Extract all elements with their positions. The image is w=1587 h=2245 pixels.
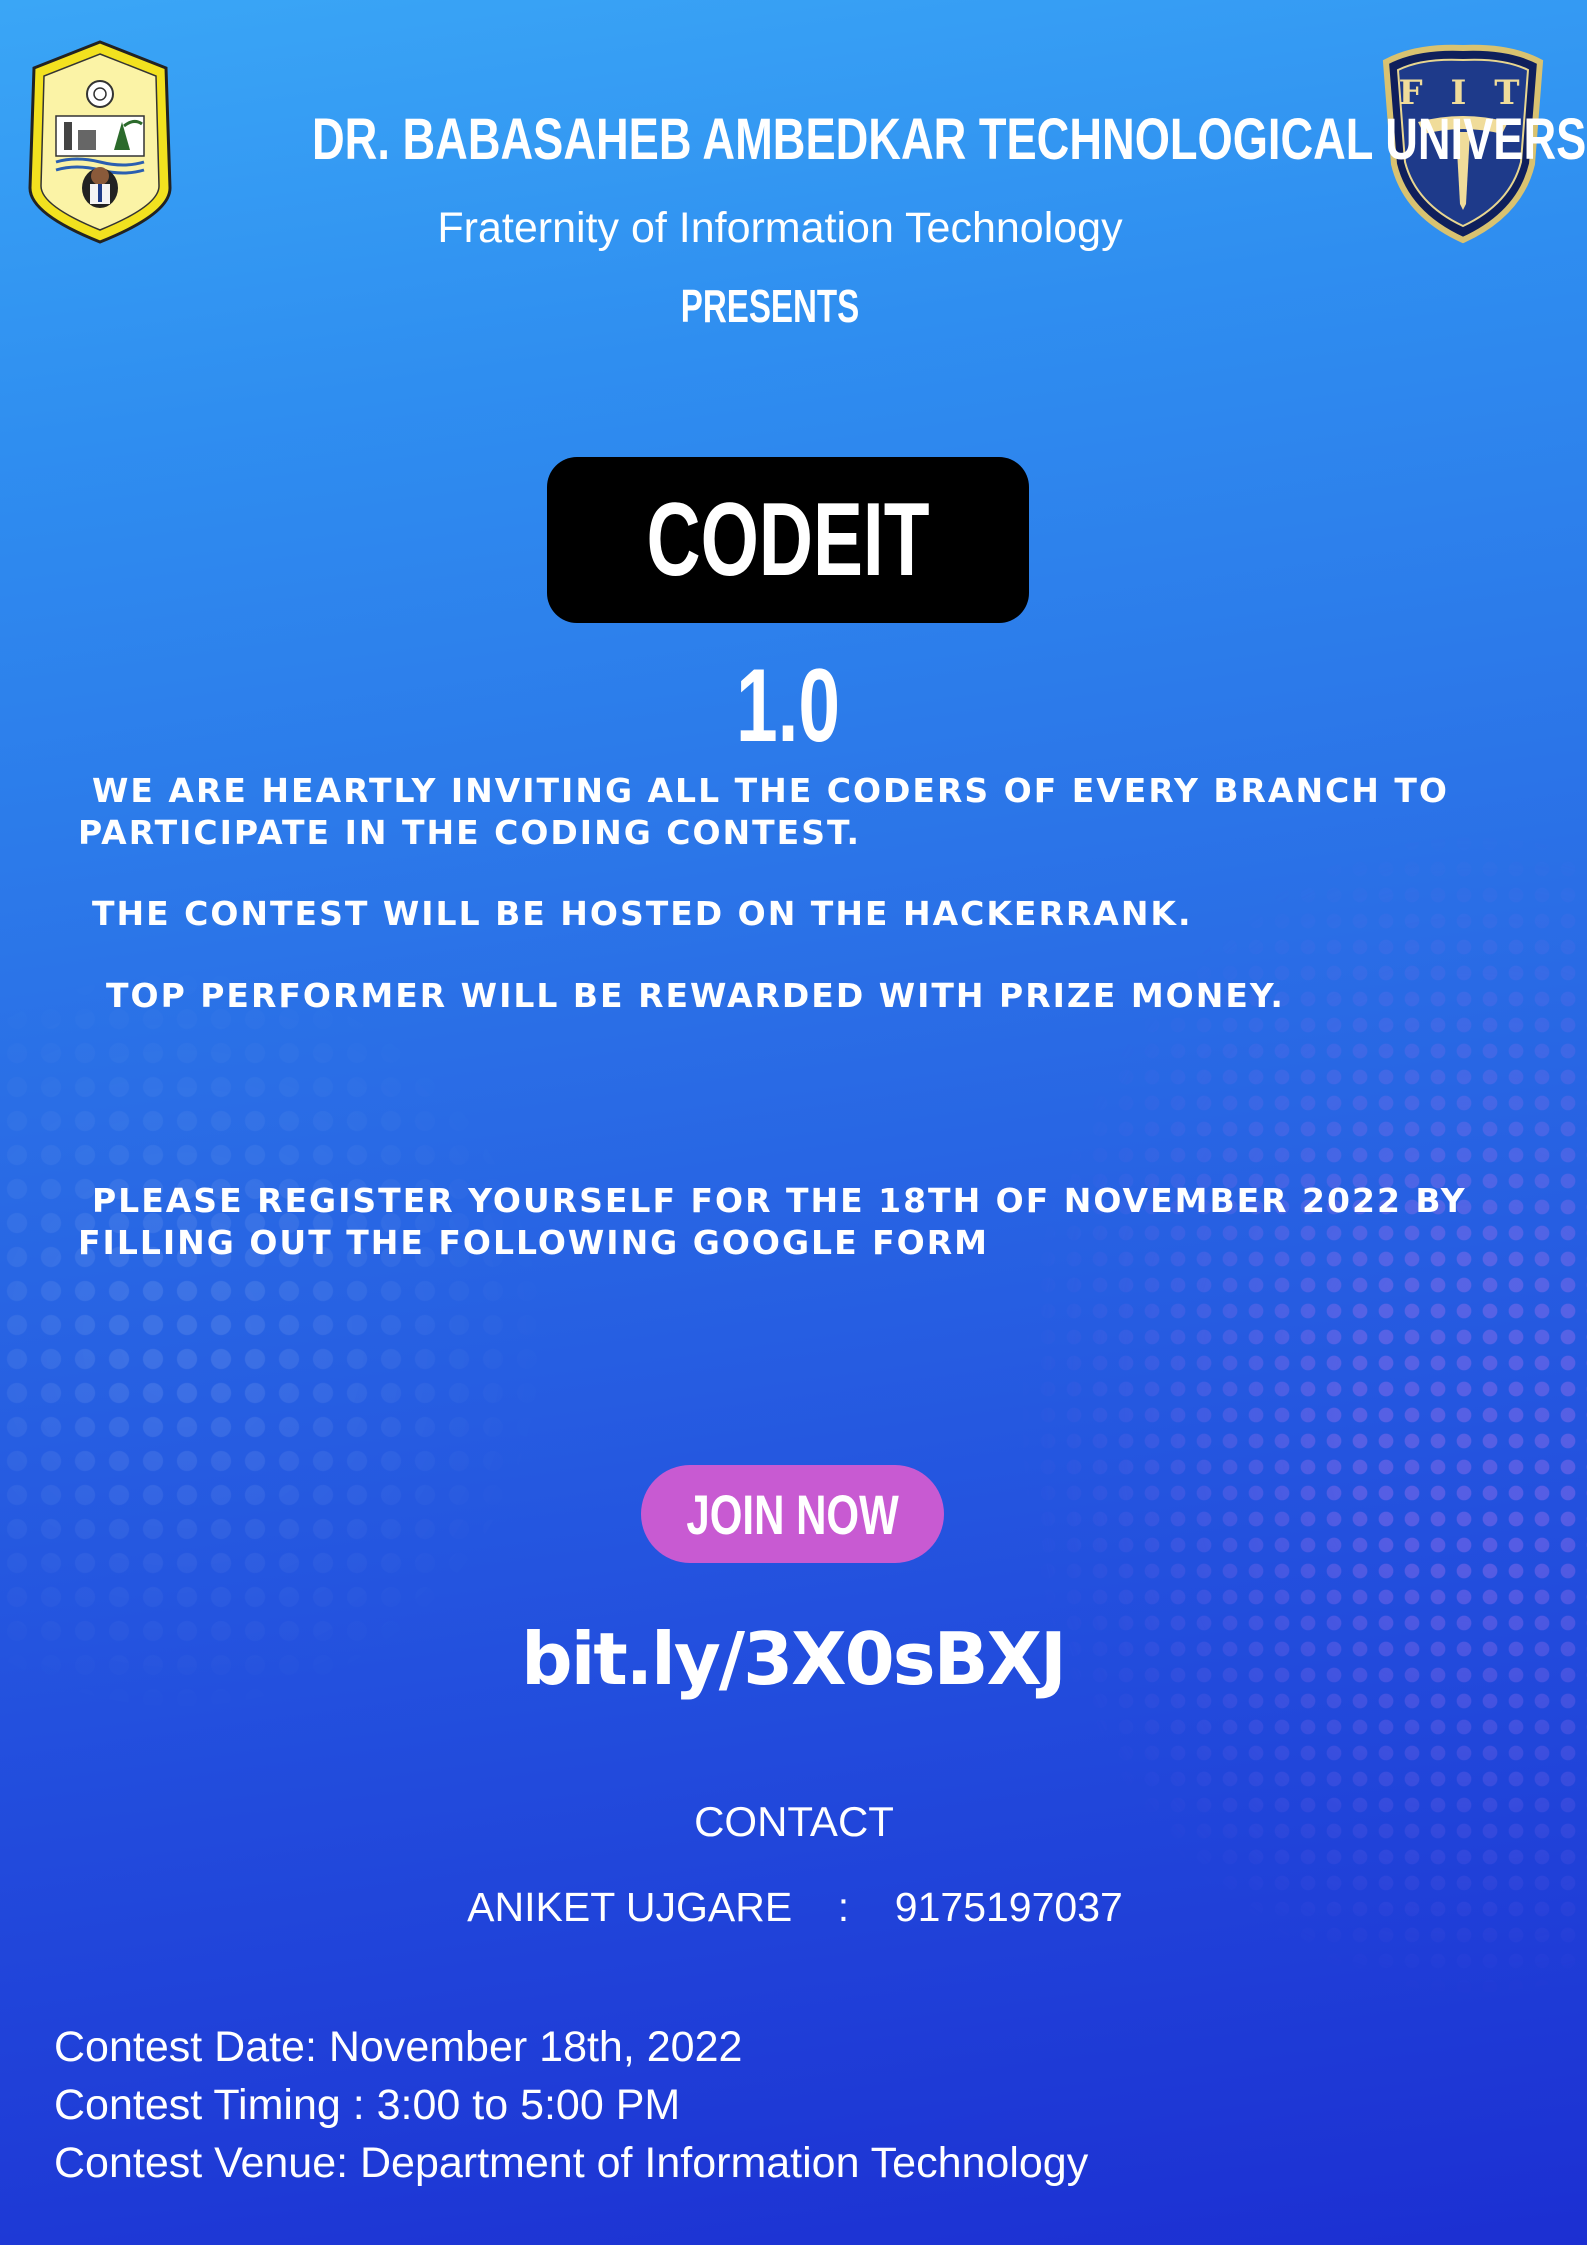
university-seal-icon <box>28 40 172 244</box>
contact-separator: : <box>837 1884 850 1930</box>
university-title: DR. BABASAHEB AMBEDKAR TECHNOLOGICAL UNI… <box>312 107 1587 172</box>
contact-phone: 9175197037 <box>894 1884 1123 1930</box>
contest-timing: Contest Timing : 3:00 to 5:00 PM <box>54 2081 681 2129</box>
poster: F I T DR. BABASAHEB AMBEDKAR TECHNOLOGIC… <box>0 0 1587 2245</box>
registration-link[interactable]: bit.ly/3X0sBXJ <box>493 1614 1093 1704</box>
join-now-label: JOIN NOW <box>686 1482 899 1546</box>
registration-paragraph: Please register yourself for the 18th of… <box>78 1180 1518 1264</box>
invitation-paragraph: We are heartly inviting all the coders o… <box>78 770 1518 854</box>
contest-venue: Contest Venue: Department of Information… <box>54 2139 1089 2187</box>
invitation-line-1: We are heartly inviting all the coders o… <box>92 771 1449 810</box>
contest-date: Contest Date: November 18th, 2022 <box>54 2023 743 2071</box>
contact-name: ANIKET UJGARE <box>467 1884 793 1930</box>
department-subtitle: Fraternity of Information Technology <box>437 204 1123 252</box>
registration-line-1: Please register yourself for the 18th of… <box>92 1181 1467 1220</box>
prize-paragraph: Top performer will be rewarded with priz… <box>106 976 1285 1015</box>
contact-heading: CONTACT <box>694 1798 894 1845</box>
event-title: CODEIT 1.0 <box>646 482 930 764</box>
join-now-button[interactable]: JOIN NOW <box>641 1465 944 1563</box>
hosting-paragraph: The contest will be hosted on the Hacker… <box>92 894 1193 933</box>
presents-label: PRESENTS <box>680 280 860 332</box>
contact-line: ANIKET UJGARE : 9175197037 <box>400 1879 1190 1935</box>
registration-line-2: filling out the following Google Form <box>78 1223 989 1262</box>
invitation-line-2: participate in the coding contest. <box>78 813 862 852</box>
